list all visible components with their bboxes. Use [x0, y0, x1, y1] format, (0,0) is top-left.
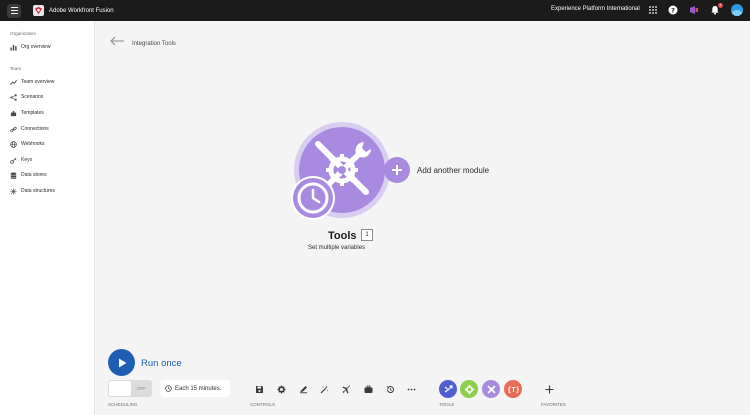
help-icon[interactable]: ?	[667, 4, 679, 16]
module-name: Tools	[328, 230, 357, 242]
toggle-state: OFF	[137, 386, 146, 391]
clock-icon	[165, 385, 172, 392]
section-label-organization: Organization	[10, 31, 37, 36]
sidebar-item-label: Team overview	[21, 79, 55, 85]
flow-control-tool[interactable]	[439, 380, 457, 398]
module-subtitle: Set multiple variables	[308, 245, 366, 251]
back-arrow-icon[interactable]	[109, 36, 125, 46]
trend-icon	[10, 79, 17, 85]
text-parser-icon: {T}	[508, 386, 519, 394]
history-icon[interactable]	[384, 383, 396, 395]
settings-gear-icon[interactable]	[275, 383, 287, 395]
sidebar-item-label: Templates	[21, 110, 44, 116]
sidebar-item-templates[interactable]: Templates	[10, 108, 44, 118]
sidebar-item-org-overview[interactable]: Org overview	[10, 42, 50, 52]
structure-icon	[10, 187, 17, 195]
sidebar: Organization Org overview Team Team over…	[0, 21, 95, 415]
add-favorite-button[interactable]	[541, 381, 557, 397]
tools-tool[interactable]	[482, 380, 500, 398]
globe-icon	[10, 140, 17, 148]
menu-icon[interactable]	[7, 3, 21, 18]
sidebar-item-keys[interactable]: Keys	[10, 155, 32, 165]
key-icon	[10, 157, 17, 164]
favorites-label: FAVORITES	[541, 402, 566, 407]
add-module-icon	[384, 157, 410, 183]
plus-icon	[545, 385, 553, 393]
sidebar-item-team-overview[interactable]: Team overview	[10, 77, 54, 87]
schedule-clock-icon	[291, 176, 335, 220]
schedule-interval-label: Each 15 minutes.	[175, 385, 222, 392]
sidebar-item-label: Webhooks	[21, 141, 45, 147]
tools-module[interactable]	[288, 120, 416, 226]
play-icon	[118, 358, 126, 367]
flow-control-icon	[444, 384, 453, 392]
add-another-module-label[interactable]: Add another module	[417, 166, 489, 175]
save-icon[interactable]	[253, 383, 265, 395]
sidebar-item-data-stores[interactable]: Data stores	[10, 170, 47, 180]
run-once-label[interactable]: Run once	[141, 358, 182, 369]
airplane-icon[interactable]	[340, 383, 352, 395]
gear-icon	[464, 384, 474, 394]
sidebar-item-label: Scenarios	[21, 94, 44, 100]
page-title: Integration Tools	[132, 41, 176, 47]
org-switcher[interactable]: Experience Platform International	[551, 6, 640, 12]
bar-chart-icon	[10, 44, 17, 51]
notifications-bell-icon[interactable]: 1	[709, 3, 723, 16]
announcements-icon[interactable]	[688, 4, 700, 16]
tools-label: TOOLS	[439, 402, 455, 407]
toggle-knob	[109, 381, 131, 396]
sidebar-item-scenarios[interactable]: Scenarios	[10, 92, 43, 102]
adobe-logo-icon	[33, 5, 44, 16]
link-icon	[10, 126, 17, 132]
schedule-interval-button[interactable]: Each 15 minutes.	[160, 380, 230, 397]
sidebar-item-data-structures[interactable]: Data structures	[10, 186, 55, 196]
sidebar-item-webhooks[interactable]: Webhooks	[10, 139, 45, 149]
sidebar-item-label: Data structures	[21, 188, 55, 194]
svg-text:{T}: {T}	[508, 386, 519, 394]
notification-badge: 1	[718, 3, 723, 8]
sidebar-item-label: Org overview	[21, 44, 51, 50]
apps-grid-icon[interactable]	[647, 4, 659, 16]
more-options-icon[interactable]	[405, 383, 417, 395]
app-title: Adobe Workfront Fusion	[49, 7, 114, 14]
notes-icon[interactable]	[297, 383, 309, 395]
sidebar-item-connections[interactable]: Connections	[10, 124, 49, 134]
avatar[interactable]	[731, 4, 743, 16]
scheduling-toggle[interactable]: OFF	[108, 380, 152, 397]
controls-label: CONTROLS	[250, 402, 276, 407]
svg-text:?: ?	[671, 6, 675, 14]
puzzle-icon	[10, 110, 17, 116]
scheduling-label: SCHEDULING	[108, 402, 138, 407]
sidebar-item-label: Connections	[21, 126, 49, 132]
module-count-badge: 1	[361, 229, 373, 241]
database-icon	[10, 171, 17, 179]
gear-tool[interactable]	[460, 380, 478, 398]
run-once-button[interactable]	[108, 349, 135, 376]
section-label-team: Team	[10, 66, 22, 71]
text-parser-tool[interactable]: {T}	[504, 380, 522, 398]
sidebar-item-label: Data stores	[21, 172, 47, 178]
share-icon	[10, 93, 17, 101]
briefcase-icon[interactable]	[362, 383, 374, 395]
sidebar-item-label: Keys	[21, 157, 33, 163]
tools-icon	[486, 384, 496, 394]
auto-align-magic-icon[interactable]	[318, 383, 330, 395]
